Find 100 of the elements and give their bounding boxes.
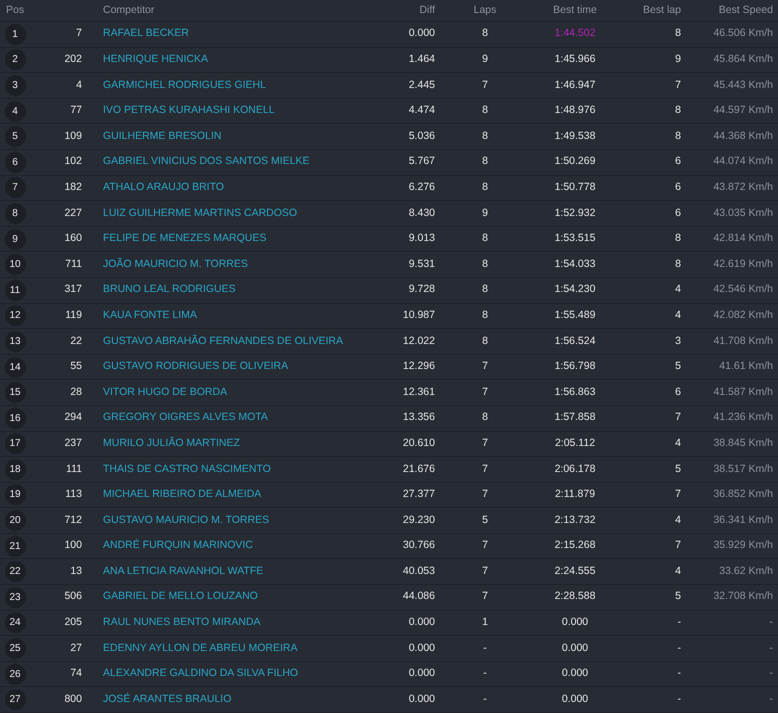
competitor-link[interactable]: MURILO JULIÃO MARTINEZ — [103, 436, 240, 449]
diff-cell: 4.474 — [408, 104, 435, 116]
best-time-cell: 1:56.798 — [554, 360, 596, 372]
competitor-link[interactable]: GREGORY OIGRES ALVES MOTA — [103, 411, 268, 424]
position-badge: 2 — [4, 49, 26, 70]
best-time-cell: 0.000 — [562, 667, 588, 680]
competitor-link[interactable]: ATHALO ARAUJO BRITO — [103, 180, 224, 193]
competitor-link[interactable]: GUILHERME BRESOLIN — [103, 130, 222, 142]
best-speed-cell: 42.546 Km/h — [713, 283, 773, 296]
best-speed-cell: 36.852 Km/h — [713, 488, 773, 500]
position-badge: 23 — [4, 586, 26, 608]
car-number: 13 — [70, 564, 82, 577]
competitor-link[interactable]: THAIS DE CASTRO NASCIMENTO — [103, 462, 271, 475]
best-time-cell: 1:50.778 — [554, 180, 596, 193]
best-time-cell: 1:48.976 — [554, 104, 596, 116]
competitor-link[interactable]: BRUNO LEAL RODRIGUES — [103, 283, 236, 296]
competitor-link[interactable]: KAUA FONTE LIMA — [103, 308, 197, 321]
best-lap-cell: 3 — [675, 334, 681, 347]
best-lap-cell: 7 — [675, 411, 681, 424]
best-time-cell: 1:44.502 — [554, 27, 596, 40]
best-speed-cell: - — [770, 642, 773, 654]
column-header: Pos — [6, 4, 24, 16]
diff-cell: 0.000 — [408, 616, 435, 628]
diff-cell: 5.767 — [408, 155, 435, 168]
best-speed-cell: 41.708 Km/h — [713, 334, 773, 347]
competitor-link[interactable]: IVO PETRAS KURAHASHI KONELL — [103, 104, 275, 116]
car-number: 205 — [64, 616, 82, 628]
best-speed-cell: 41.587 Km/h — [713, 386, 773, 398]
position-badge: 4 — [4, 100, 26, 122]
competitor-link[interactable]: VITOR HUGO DE BORDA — [103, 386, 228, 398]
best-speed-cell: 44.368 Km/h — [713, 130, 773, 142]
diff-cell: 12.022 — [402, 334, 435, 347]
car-number: 800 — [64, 692, 82, 705]
best-time-cell: 1:56.863 — [554, 386, 596, 398]
laps-cell: - — [483, 667, 487, 680]
laps-cell: 8 — [482, 334, 488, 347]
car-number: 119 — [65, 308, 82, 321]
competitor-link[interactable]: GUSTAVO ABRAHÃO FERNANDES DE OLIVEIRA — [103, 334, 343, 347]
laps-cell: 5 — [482, 514, 488, 526]
position-badge: 5 — [4, 126, 26, 148]
best-lap-cell: 4 — [675, 564, 681, 577]
best-speed-cell: 41.236 Km/h — [713, 411, 773, 424]
competitor-link[interactable]: GUSTAVO MAURICIO M. TORRES — [103, 514, 270, 526]
best-speed-cell: 43.872 Km/h — [713, 180, 773, 193]
laps-cell: 8 — [482, 308, 488, 321]
best-speed-cell: 44.597 Km/h — [713, 104, 773, 116]
best-lap-cell: 9 — [675, 53, 681, 66]
competitor-link[interactable]: RAFAEL BECKER — [103, 27, 189, 40]
car-number: 100 — [64, 539, 82, 552]
car-number: 4 — [76, 78, 82, 91]
competitor-link[interactable]: JOSÉ ARANTES BRAULIO — [103, 692, 232, 705]
laps-cell: 8 — [482, 27, 488, 40]
competitor-link[interactable]: ANDRÉ FURQUIN MARINOVIC — [103, 539, 253, 552]
position-badge: 3 — [4, 74, 26, 96]
diff-cell: 1.464 — [408, 53, 435, 66]
laps-cell: 7 — [482, 590, 488, 602]
best-time-cell: 0.000 — [562, 616, 588, 628]
laps-cell: 8 — [482, 411, 488, 424]
best-lap-cell: 6 — [675, 206, 681, 219]
best-time-cell: 2:05.112 — [554, 436, 596, 449]
competitor-link[interactable]: GUSTAVO RODRIGUES DE OLIVEIRA — [103, 360, 288, 372]
position-badge: 7 — [4, 177, 26, 198]
best-speed-cell: - — [770, 616, 773, 628]
competitor-link[interactable]: EDENNY AYLLON DE ABREU MOREIRA — [103, 642, 298, 654]
position-badge: 25 — [4, 638, 26, 660]
position-badge: 12 — [4, 305, 26, 326]
laps-cell: 7 — [482, 360, 488, 372]
competitor-link[interactable]: LUIZ GUILHERME MARTINS CARDOSO — [103, 206, 298, 219]
competitor-link[interactable]: HENRIQUE HENICKA — [103, 53, 208, 66]
diff-cell: 9.013 — [408, 232, 435, 244]
car-number: 102 — [64, 155, 82, 168]
laps-cell: 9 — [482, 53, 488, 66]
competitor-link[interactable]: RAUL NUNES BENTO MIRANDA — [103, 616, 261, 628]
position-badge: 22 — [4, 561, 26, 582]
best-speed-cell: 45.864 Km/h — [713, 53, 773, 66]
competitor-link[interactable]: FELIPE DE MENEZES MARQUES — [103, 232, 266, 244]
car-number: 202 — [64, 53, 82, 66]
position-badge: 24 — [4, 612, 26, 634]
competitor-link[interactable]: GABRIEL DE MELLO LOUZANO — [103, 590, 258, 602]
diff-cell: 0.000 — [408, 27, 435, 40]
competitor-link[interactable]: JOÃO MAURICIO M. TORRES — [103, 258, 248, 270]
competitor-link[interactable]: GABRIEL VINICIUS DOS SANTOS MIELKE — [103, 155, 310, 168]
competitor-link[interactable]: GARMICHEL RODRIGUES GIEHL — [103, 78, 266, 91]
best-speed-cell: 46.506 Km/h — [713, 27, 773, 40]
best-time-cell: 2:28.588 — [554, 590, 596, 602]
competitor-link[interactable]: MICHAEL RIBEIRO DE ALMEIDA — [103, 488, 262, 500]
laps-cell: 8 — [482, 155, 488, 168]
car-number: 77 — [70, 104, 82, 116]
best-speed-cell: - — [770, 667, 773, 680]
position-badge: 15 — [4, 382, 26, 404]
competitor-link[interactable]: ANA LETICIA RAVANHOL WATFE — [103, 564, 264, 577]
position-badge: 1 — [4, 24, 26, 45]
car-number: 111 — [66, 462, 82, 475]
column-header: Best time — [553, 4, 597, 16]
laps-cell: 7 — [482, 488, 488, 500]
best-lap-cell: 7 — [675, 78, 681, 91]
competitor-link[interactable]: ALEXANDRE GALDINO DA SILVA FILHO — [103, 667, 298, 680]
car-number: 22 — [70, 334, 82, 347]
car-number: 28 — [70, 386, 82, 398]
best-time-cell: 1:49.538 — [554, 130, 596, 142]
